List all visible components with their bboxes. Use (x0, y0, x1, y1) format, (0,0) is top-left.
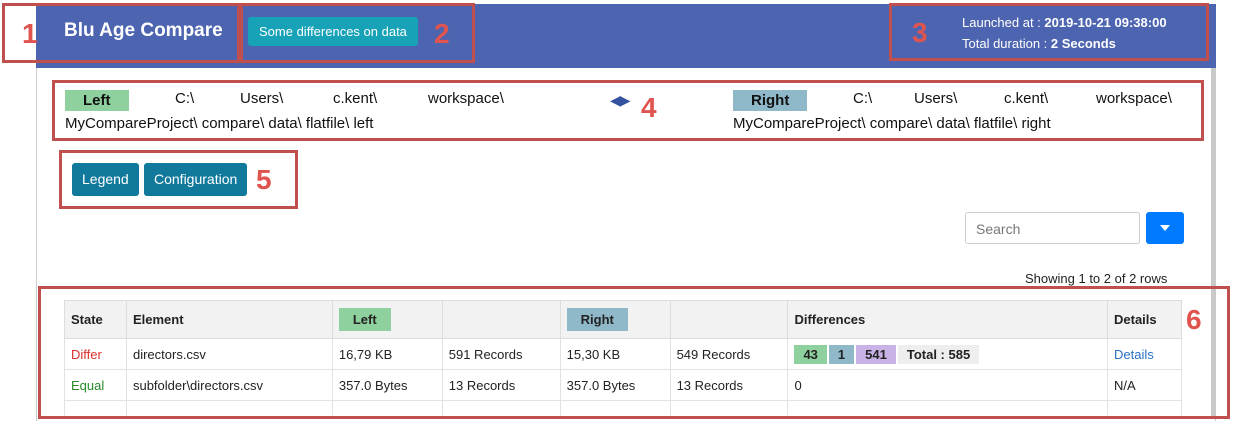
annotation-number-6: 6 (1186, 304, 1202, 335)
annotation-box-4 (52, 80, 1204, 141)
app-window: Blu Age Compare Some differences on data… (0, 0, 1233, 421)
columns-dropdown-button[interactable] (1146, 212, 1184, 244)
annotation-number-4: 4 (641, 92, 657, 123)
annotation-number-2: 2 (434, 18, 450, 49)
annotation-number-3: 3 (912, 17, 928, 48)
annotation-box-1 (2, 3, 240, 63)
annotation-box-3 (889, 3, 1209, 61)
annotation-number-1: 1 (22, 18, 38, 49)
annotation-number-5: 5 (256, 164, 272, 195)
annotation-box-6 (38, 286, 1230, 419)
search-input[interactable]: Search (965, 212, 1140, 244)
pagination-info: Showing 1 to 2 of 2 rows (1025, 271, 1168, 286)
